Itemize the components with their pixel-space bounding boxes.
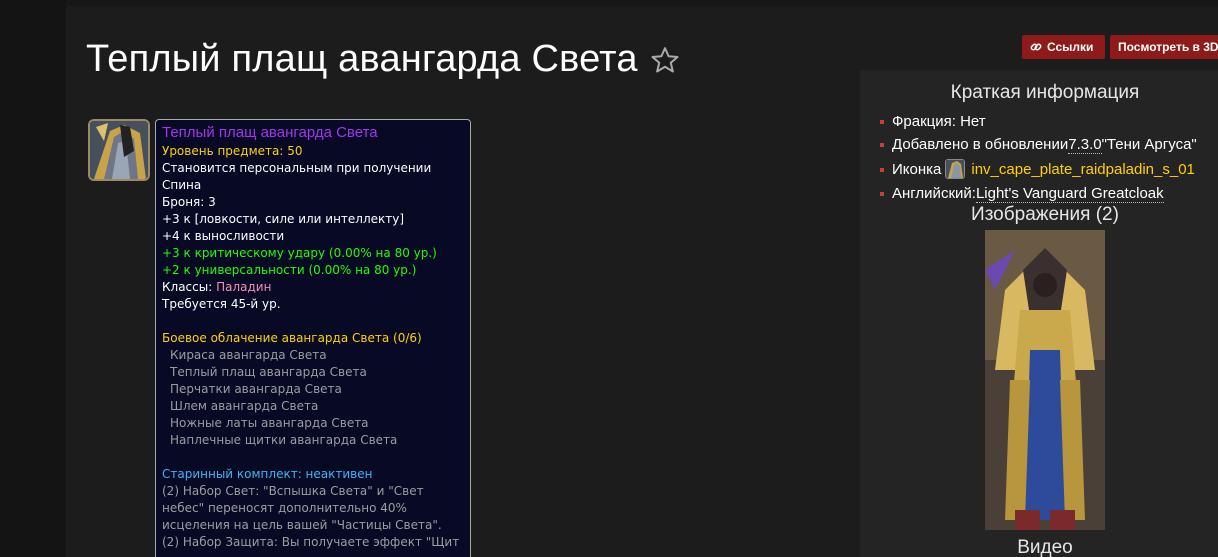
english-label: Английский: xyxy=(892,185,976,202)
tooltip-set-piece[interactable]: Наплечные щитки авангарда Света xyxy=(162,432,464,449)
tooltip-stat-stamina: +4 к выносливости xyxy=(162,229,285,243)
link-icon xyxy=(1030,43,1042,51)
tooltip-class-paladin[interactable]: Паладин xyxy=(216,280,271,294)
tooltip-legacy-bonus-line: небес" переносят дополнительно 40% xyxy=(162,501,407,515)
cloak-item-icon[interactable] xyxy=(88,119,150,181)
tooltip-set-piece[interactable]: Ножные латы авангарда Света xyxy=(162,415,464,432)
added-version-link[interactable]: 7.3.0 xyxy=(1068,136,1102,154)
tooltip-slot: Спина xyxy=(162,178,202,192)
icon-label: Иконка xyxy=(892,160,942,178)
faction-label: Фракция: Нет xyxy=(892,113,986,130)
icon-name-link[interactable]: inv_cape_plate_raidpaladin_s_01 xyxy=(971,161,1195,178)
view-3d-button[interactable]: Посмотреть в 3D xyxy=(1110,35,1218,59)
tooltip-classes-label: Классы: xyxy=(162,280,217,294)
cloak-mini-icon-art xyxy=(946,160,965,178)
tooltip-stat-primary: +3 к [ловкости, силе или интеллекту] xyxy=(162,212,405,226)
tooltip-item-level: Уровень предмета: 50 xyxy=(162,144,303,158)
tooltip-armor: Броня: 3 xyxy=(162,195,216,209)
left-gutter xyxy=(0,0,66,557)
links-button[interactable]: Ссылки xyxy=(1022,35,1105,59)
quick-info-sidebar: Краткая информация Фракция: Нет Добавлен… xyxy=(860,70,1218,557)
images-title: Изображения (2) xyxy=(971,204,1119,225)
tooltip-set-piece[interactable]: Шлем авангарда Света xyxy=(162,398,464,415)
added-patch-name: "Тени Аргуса" xyxy=(1101,136,1197,153)
screenshot-thumbnail[interactable] xyxy=(985,230,1105,530)
english-name-link[interactable]: Light's Vanguard Greatcloak xyxy=(975,185,1164,203)
item-tooltip: Теплый плащ авангарда Света Уровень пред… xyxy=(155,119,471,557)
tooltip-set-piece[interactable]: Перчатки авангарда Света xyxy=(162,381,464,398)
tooltip-legacy-set: Старинный комплект: неактивен xyxy=(162,467,373,481)
paladin-screenshot-image xyxy=(985,230,1105,530)
cloak-mini-icon[interactable] xyxy=(945,159,966,179)
video-title: Видео xyxy=(1017,537,1073,557)
view-3d-button-label: Посмотреть в 3D xyxy=(1118,40,1218,54)
page-title: Теплый плащ авангарда Света xyxy=(86,38,638,80)
added-label: Добавлено в обновлении xyxy=(892,136,1069,153)
tooltip-stat-vers: +2 к универсальности (0.00% на 80 ур.) xyxy=(162,263,417,277)
tooltip-set-piece[interactable]: Теплый плащ авангарда Света xyxy=(162,364,464,381)
cloak-icon-art xyxy=(90,121,148,179)
icon-row: Иконка inv_cape_plate_raidpaladin_s_01 xyxy=(880,156,1197,182)
tooltip-requires-level: Требуется 45-й ур. xyxy=(162,297,281,311)
tooltip-set-name[interactable]: Боевое облачение авангарда Света (0/6) xyxy=(162,330,464,347)
english-row: Английский: Light's Vanguard Greatcloak xyxy=(880,182,1197,205)
faction-row: Фракция: Нет xyxy=(880,110,1197,133)
tooltip-legacy-bonus-line: (2) Набор Свет: "Вспышка Света" и "Свет xyxy=(162,484,424,498)
tooltip-spacer xyxy=(162,313,464,330)
tooltip-binds: Становится персональным при получении xyxy=(162,161,432,175)
tooltip-set-piece[interactable]: Кираса авангарда Света xyxy=(162,347,464,364)
added-row: Добавлено в обновлении 7.3.0 "Тени Аргус… xyxy=(880,133,1197,156)
star-outline-icon[interactable] xyxy=(650,45,680,75)
tooltip-legacy-bonus-line: (2) Набор Защита: Вы получаете эффект "Щ… xyxy=(162,535,460,549)
quick-info-title: Краткая информация xyxy=(950,82,1140,103)
tooltip-spacer xyxy=(162,449,464,466)
tooltip-legacy-bonus-line: исцеления на цель вашей "Частицы Света". xyxy=(162,518,442,532)
links-button-label: Ссылки xyxy=(1047,40,1094,54)
title-row: Теплый плащ авангарда Света xyxy=(86,38,680,81)
quick-info-list: Фракция: Нет Добавлено в обновлении 7.3.… xyxy=(880,110,1197,205)
tooltip-stat-crit: +3 к критическому удару (0.00% на 80 ур.… xyxy=(162,246,437,260)
tooltip-classes: Классы: Паладин xyxy=(162,279,464,296)
tooltip-item-name: Теплый плащ авангарда Света xyxy=(162,124,378,141)
